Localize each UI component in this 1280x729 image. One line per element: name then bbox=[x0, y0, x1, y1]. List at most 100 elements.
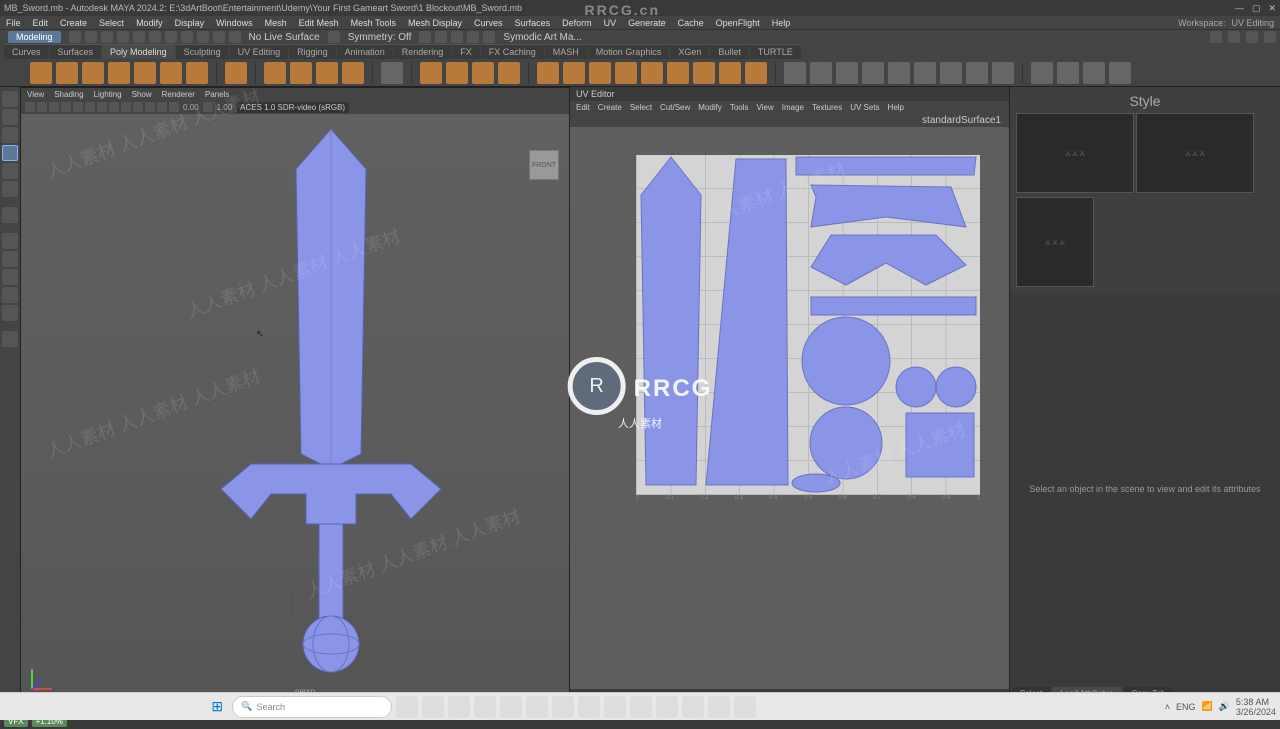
start-button[interactable]: ⊞ bbox=[206, 696, 228, 718]
menu-help[interactable]: Help bbox=[772, 18, 791, 28]
explorer-icon[interactable] bbox=[422, 696, 444, 718]
poly-disc-icon[interactable] bbox=[186, 62, 208, 84]
store-icon[interactable] bbox=[474, 696, 496, 718]
normal-icon[interactable] bbox=[862, 62, 884, 84]
uv-menu-help[interactable]: Help bbox=[888, 103, 904, 112]
toggle-outliner-icon[interactable] bbox=[1210, 31, 1222, 43]
last-tool-icon[interactable] bbox=[2, 207, 18, 223]
shelf-tab-uv-editing[interactable]: UV Editing bbox=[230, 44, 289, 59]
select-tool-icon[interactable] bbox=[2, 91, 18, 107]
menu-mesh-display[interactable]: Mesh Display bbox=[408, 18, 462, 28]
insert-loop-icon[interactable] bbox=[615, 62, 637, 84]
snap-plane-icon[interactable] bbox=[213, 31, 225, 43]
panels-menu[interactable]: Panels bbox=[205, 90, 229, 99]
menu-edit[interactable]: Edit bbox=[33, 18, 49, 28]
layout-four-icon[interactable] bbox=[2, 251, 18, 267]
slide-icon[interactable] bbox=[836, 62, 858, 84]
vp-aa-icon[interactable] bbox=[133, 102, 143, 112]
ipr-icon[interactable] bbox=[451, 31, 463, 43]
shelf-tab-fx-caching[interactable]: FX Caching bbox=[481, 44, 544, 59]
symmetry-icon[interactable] bbox=[328, 31, 340, 43]
vp-shadow-icon[interactable] bbox=[109, 102, 119, 112]
uv-menu-tools[interactable]: Tools bbox=[730, 103, 749, 112]
app-icon-4[interactable] bbox=[578, 696, 600, 718]
color-management-dropdown[interactable]: ACES 1.0 SDR-video (sRGB) bbox=[236, 102, 349, 113]
snap-grid-icon[interactable] bbox=[165, 31, 177, 43]
tray-time[interactable]: 5:38 AM bbox=[1236, 697, 1276, 707]
shelf-tab-motion-graphics[interactable]: Motion Graphics bbox=[588, 44, 670, 59]
lasso-tool-icon[interactable] bbox=[2, 109, 18, 125]
boolean-icon[interactable] bbox=[498, 62, 520, 84]
vp-xray-icon[interactable] bbox=[145, 102, 155, 112]
make-live-icon[interactable] bbox=[1057, 62, 1079, 84]
crease-icon[interactable] bbox=[966, 62, 988, 84]
new-scene-icon[interactable] bbox=[69, 31, 81, 43]
sword-model[interactable] bbox=[181, 124, 481, 684]
exposure-value[interactable]: 0.00 bbox=[181, 103, 201, 112]
menu-curves[interactable]: Curves bbox=[474, 18, 503, 28]
svg-icon[interactable] bbox=[290, 62, 312, 84]
rotate-tool-icon[interactable] bbox=[2, 163, 18, 179]
vp-grid-icon[interactable] bbox=[37, 102, 47, 112]
snap-curve-icon[interactable] bbox=[181, 31, 193, 43]
uv-menu-uvsets[interactable]: UV Sets bbox=[850, 103, 879, 112]
view-cube[interactable]: FRONT bbox=[529, 150, 559, 180]
multi-cut-icon[interactable] bbox=[641, 62, 663, 84]
poly-type-icon[interactable] bbox=[264, 62, 286, 84]
smooth-icon[interactable] bbox=[472, 62, 494, 84]
menu-uv[interactable]: UV bbox=[604, 18, 617, 28]
snap-point-icon[interactable] bbox=[197, 31, 209, 43]
maya-taskbar-icon[interactable] bbox=[708, 696, 730, 718]
bevel-icon[interactable] bbox=[589, 62, 611, 84]
shelf-tab-poly-modeling[interactable]: Poly Modeling bbox=[102, 44, 175, 59]
symmetry-label[interactable]: Symmetry: Off bbox=[344, 30, 416, 44]
uv-menu-textures[interactable]: Textures bbox=[812, 103, 842, 112]
menu-create[interactable]: Create bbox=[60, 18, 87, 28]
vp-camera-icon[interactable] bbox=[25, 102, 35, 112]
live-surface-label[interactable]: No Live Surface bbox=[245, 30, 324, 44]
detach-icon[interactable] bbox=[745, 62, 767, 84]
uv-menu-edit[interactable]: Edit bbox=[576, 103, 590, 112]
layout-icon[interactable] bbox=[483, 31, 495, 43]
shelf-tab-xgen[interactable]: XGen bbox=[670, 44, 709, 59]
open-scene-icon[interactable] bbox=[85, 31, 97, 43]
menu-modify[interactable]: Modify bbox=[136, 18, 163, 28]
shelf-tab-animation[interactable]: Animation bbox=[337, 44, 393, 59]
app-icon-6[interactable] bbox=[630, 696, 652, 718]
connect-icon[interactable] bbox=[693, 62, 715, 84]
sculpt-icon[interactable] bbox=[940, 62, 962, 84]
tray-chevron-icon[interactable]: ˄ bbox=[1165, 702, 1170, 712]
shelf-tab-rendering[interactable]: Rendering bbox=[394, 44, 452, 59]
platonic-icon[interactable] bbox=[225, 62, 247, 84]
uv-menu-image[interactable]: Image bbox=[782, 103, 804, 112]
app-icon-5[interactable] bbox=[604, 696, 626, 718]
smooth-proxy-icon[interactable] bbox=[1109, 62, 1131, 84]
harden-icon[interactable] bbox=[888, 62, 910, 84]
app-icon-2[interactable] bbox=[526, 696, 548, 718]
vp-joints-icon[interactable] bbox=[169, 102, 179, 112]
render-settings-icon[interactable] bbox=[467, 31, 479, 43]
shelf-tab-turtle[interactable]: TURTLE bbox=[750, 44, 801, 59]
vp-texture-icon[interactable] bbox=[85, 102, 95, 112]
renderer-menu[interactable]: Renderer bbox=[162, 90, 195, 99]
poly-cube-icon[interactable] bbox=[56, 62, 78, 84]
app-icon-7[interactable] bbox=[656, 696, 678, 718]
menu-deform[interactable]: Deform bbox=[562, 18, 592, 28]
render-icon[interactable] bbox=[435, 31, 447, 43]
uv-menu-select[interactable]: Select bbox=[630, 103, 652, 112]
vp-ao-icon[interactable] bbox=[121, 102, 131, 112]
uv-menu-view[interactable]: View bbox=[757, 103, 774, 112]
scale-tool-icon[interactable] bbox=[2, 181, 18, 197]
shelf-tab-rigging[interactable]: Rigging bbox=[289, 44, 336, 59]
vp-gate-icon[interactable] bbox=[49, 102, 59, 112]
menu-mesh-tools[interactable]: Mesh Tools bbox=[351, 18, 396, 28]
tray-date[interactable]: 3/26/2024 bbox=[1236, 707, 1276, 717]
task-view-icon[interactable] bbox=[396, 696, 418, 718]
shelf-tab-curves[interactable]: Curves bbox=[4, 44, 49, 59]
soften-icon[interactable] bbox=[914, 62, 936, 84]
shelf-tab-sculpting[interactable]: Sculpting bbox=[176, 44, 229, 59]
shelf-tab-bullet[interactable]: Bullet bbox=[710, 44, 749, 59]
menu-edit-mesh[interactable]: Edit Mesh bbox=[299, 18, 339, 28]
toggle-attr-icon[interactable] bbox=[1228, 31, 1240, 43]
modeling-mode-dropdown[interactable]: Modeling bbox=[8, 31, 61, 43]
